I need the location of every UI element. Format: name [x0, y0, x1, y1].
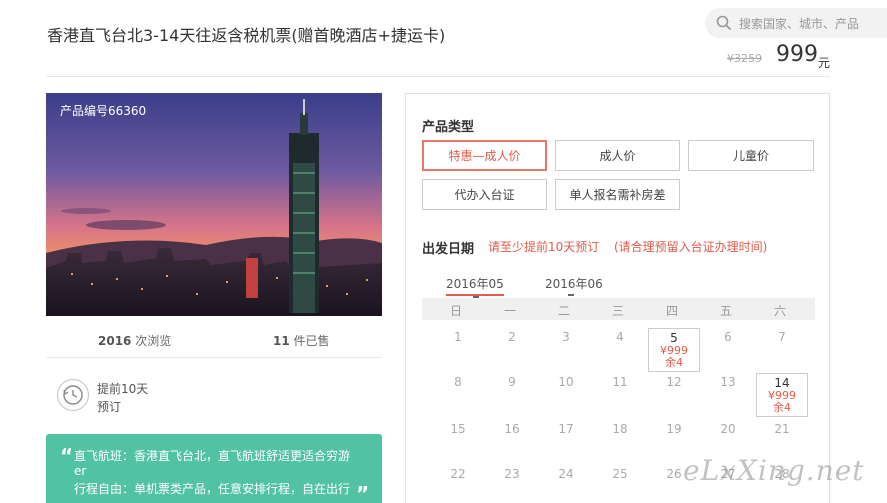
divider	[46, 76, 830, 77]
page: 香港直飞台北3-14天往返含税机票(赠首晚酒店+捷运卡) 搜索国家、城市、产品 …	[0, 0, 887, 503]
weekday-thu: 四	[665, 304, 678, 318]
weekday-header: 日 一 二 三 四 五 六	[422, 298, 815, 320]
calendar-day: 23	[504, 467, 520, 481]
calendar-day: 15	[450, 422, 466, 436]
page-title: 香港直飞台北3-14天往返含税机票(赠首晚酒店+捷运卡)	[47, 26, 446, 45]
views-count: 2016	[98, 334, 132, 348]
calendar-day: 11	[612, 375, 628, 389]
calendar-day: 8	[454, 375, 462, 389]
calendar-day: 7	[778, 330, 786, 344]
month-marker	[568, 294, 574, 296]
clock-icon	[56, 378, 90, 412]
product-code: 产品编号66360	[60, 104, 147, 118]
type-adult-button[interactable]: 成人价	[555, 140, 680, 171]
sold-count: 11	[273, 334, 290, 348]
advance-days: 提前10天	[97, 382, 149, 396]
calendar-day: 6	[724, 330, 732, 344]
product-stats: 2016 次浏览 11 件已售	[46, 320, 382, 358]
product-highlights: “ 直飞航班：香港直飞台北，直飞航班舒适更适合穷游er 行程自由：单机票类产品，…	[46, 434, 382, 503]
weekday-fri: 五	[719, 304, 732, 318]
quote-close-icon: ”	[356, 482, 370, 503]
type-child-button[interactable]: 儿童价	[688, 140, 814, 171]
calendar-day: 17	[558, 422, 574, 436]
type-entry-permit-button[interactable]: 代办入台证	[422, 179, 547, 210]
weekday-sun: 日	[449, 304, 462, 318]
calendar-day: 18	[612, 422, 628, 436]
day-remaining: 余4	[665, 356, 683, 369]
sold-stat: 11 件已售	[273, 332, 330, 349]
current-price: 999	[776, 42, 818, 67]
month-tab-may[interactable]: 2016年05	[446, 275, 504, 296]
advance-note: 请至少提前10天预订	[488, 240, 600, 254]
product-photo: 产品编号66360	[46, 93, 382, 316]
calendar-day: 24	[558, 467, 574, 481]
views-stat: 2016 次浏览	[98, 332, 171, 349]
highlight-flight: 直飞航班：香港直飞台北，直飞航班舒适更适合穷游er	[74, 449, 351, 478]
booking-panel: 产品类型 特惠—成人价 成人价 儿童价 代办入台证 单人报名需补房差 出发日期 …	[405, 93, 830, 503]
calendar-day: 3	[562, 330, 570, 344]
weekday-tue: 二	[557, 304, 570, 318]
weekday-sat: 六	[773, 304, 786, 318]
calendar-day: 13	[720, 375, 736, 389]
departure-date-title: 出发日期	[422, 242, 475, 257]
calendar-day: 16	[504, 422, 520, 436]
calendar-day: 22	[450, 467, 466, 481]
calendar-day-available[interactable]: 5 ¥999 余4	[648, 328, 700, 372]
highlight-freedom: 行程自由：单机票类产品，任意安排行程，自在出行	[74, 482, 351, 496]
search-icon	[716, 15, 732, 31]
type-special-adult-button[interactable]: 特惠—成人价	[422, 140, 547, 171]
calendar-day: 12	[666, 375, 682, 389]
day-remaining: 余4	[773, 401, 791, 414]
original-price: ¥3259	[727, 52, 762, 65]
weekday-wed: 三	[611, 304, 624, 318]
search-placeholder: 搜索国家、城市、产品	[739, 16, 860, 31]
product-type-title: 产品类型	[422, 120, 475, 135]
views-label: 次浏览	[131, 334, 172, 348]
advance-label: 预订	[97, 400, 122, 414]
permit-note: (请合理预留入台证办理时间)	[614, 240, 768, 254]
calendar-day: 1	[454, 330, 462, 344]
calendar-day: 25	[612, 467, 628, 481]
search-box[interactable]: 搜索国家、城市、产品	[705, 8, 887, 38]
calendar-day: 10	[558, 375, 574, 389]
site-watermark: eLxXing.net	[683, 454, 865, 487]
weekday-mon: 一	[503, 304, 516, 318]
calendar-day: 4	[616, 330, 624, 344]
sold-label: 件已售	[289, 334, 330, 348]
type-single-supplement-button[interactable]: 单人报名需补房差	[555, 179, 680, 210]
calendar-day-available[interactable]: 14 ¥999 余4	[756, 373, 808, 417]
price-unit: 元	[818, 56, 831, 70]
taipei-skyline-image	[46, 93, 382, 316]
quote-open-icon: “	[60, 444, 74, 468]
calendar-day: 2	[508, 330, 516, 344]
calendar-day: 9	[508, 375, 516, 389]
month-tab-june[interactable]: 2016年06	[545, 275, 603, 292]
